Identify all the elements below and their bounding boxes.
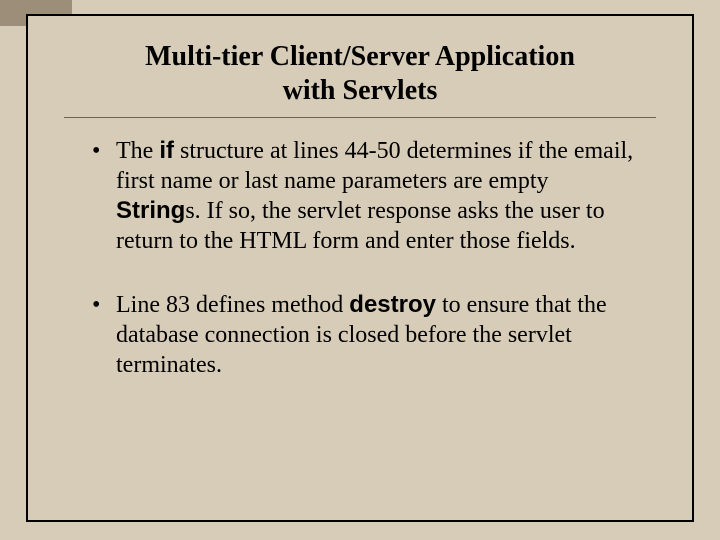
bullet-item: The if structure at lines 44-50 determin… bbox=[92, 136, 638, 256]
title-divider bbox=[64, 117, 656, 118]
text: The bbox=[116, 138, 159, 164]
slide-body: Multi-tier Client/Server Application wit… bbox=[26, 14, 694, 522]
keyword-destroy: destroy bbox=[349, 291, 436, 318]
keyword-string: String bbox=[116, 197, 185, 224]
bullet-item: Line 83 defines method destroy to ensure… bbox=[92, 290, 638, 380]
slide-title: Multi-tier Client/Server Application wit… bbox=[64, 40, 656, 107]
text: structure at lines 44-50 determines if t… bbox=[116, 138, 633, 194]
keyword-if: if bbox=[159, 137, 174, 164]
text: Line 83 defines method bbox=[116, 292, 349, 318]
bullet-list: The if structure at lines 44-50 determin… bbox=[92, 136, 638, 380]
text: s. If so, the servlet response asks the … bbox=[116, 198, 605, 254]
title-line-1: Multi-tier Client/Server Application bbox=[145, 41, 575, 72]
title-line-2: with Servlets bbox=[283, 75, 438, 106]
slide: Multi-tier Client/Server Application wit… bbox=[0, 0, 720, 540]
